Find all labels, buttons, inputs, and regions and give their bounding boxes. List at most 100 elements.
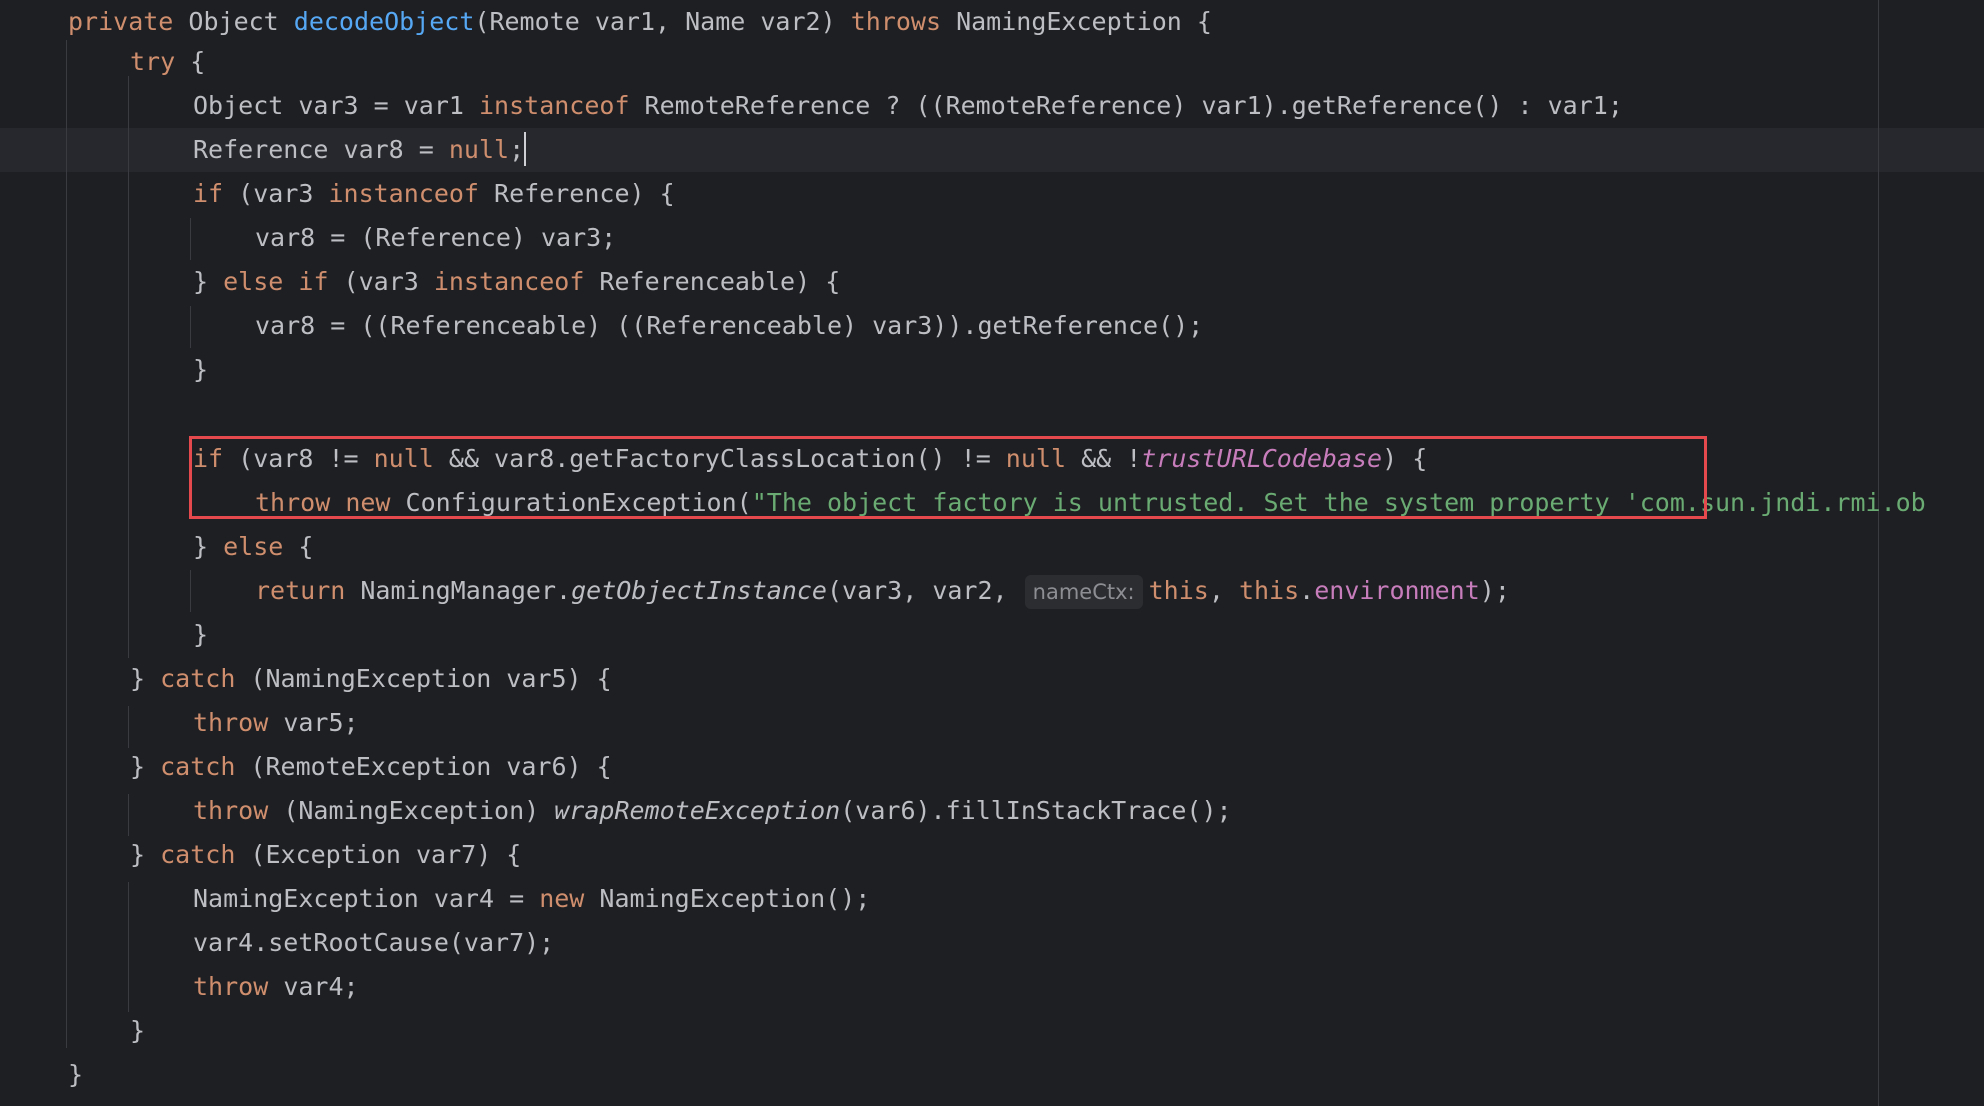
code-token: catch	[160, 752, 236, 781]
code-token: trustURLCodebase	[1141, 444, 1383, 473]
code-line-15[interactable]: }	[193, 613, 208, 657]
code-line-1[interactable]: private Object decodeObject(Remote var1,…	[68, 0, 1212, 44]
code-token: .	[1299, 576, 1315, 605]
indent-guide	[128, 794, 129, 836]
code-line-21[interactable]: NamingException var4 = new NamingExcepti…	[193, 877, 870, 921]
code-token: instanceof	[433, 267, 585, 296]
code-token: throw	[193, 972, 269, 1001]
indent-guide	[128, 882, 129, 1012]
indent-guide	[128, 706, 129, 748]
code-token: {	[283, 532, 314, 561]
indent-guide	[190, 570, 191, 612]
code-line-24[interactable]: }	[130, 1009, 145, 1053]
code-token: && !	[1066, 444, 1142, 473]
indent-guide	[190, 218, 191, 260]
code-token: this	[1148, 576, 1209, 605]
code-token: }	[193, 532, 224, 561]
code-token: instanceof	[328, 179, 479, 208]
code-token: {	[175, 47, 206, 76]
code-token: NamingException var4 =	[193, 884, 540, 913]
code-token: (NamingException)	[268, 796, 555, 825]
code-line-6[interactable]: var8 = (Reference) var3;	[255, 216, 616, 260]
code-token: environment	[1314, 576, 1480, 605]
code-token: Reference) {	[478, 179, 675, 208]
code-token: null	[1005, 444, 1067, 473]
code-line-5[interactable]: if (var3 instanceof Reference) {	[193, 172, 675, 216]
code-token: null	[448, 135, 510, 164]
right-margin-guide	[1878, 0, 1879, 1106]
code-token: instanceof	[478, 91, 630, 120]
code-token: decodeObject	[293, 7, 475, 36]
code-line-14[interactable]: return NamingManager.getObjectInstance(v…	[255, 569, 1510, 613]
code-line-2[interactable]: try {	[130, 40, 205, 84]
code-token: throws	[850, 7, 942, 36]
code-token: throw	[255, 488, 331, 517]
code-token: return	[255, 576, 346, 605]
code-token: ) {	[1382, 444, 1428, 473]
code-token: NamingException();	[584, 884, 871, 913]
code-line-19[interactable]: throw (NamingException) wrapRemoteExcept…	[193, 789, 1232, 833]
code-line-4[interactable]: Reference var8 = null;	[193, 128, 527, 172]
code-token: var5;	[268, 708, 359, 737]
code-token: new	[345, 488, 391, 517]
code-token: Object	[173, 7, 294, 36]
code-line-9[interactable]: }	[193, 348, 208, 392]
code-token: }	[68, 1060, 84, 1089]
code-token: ConfigurationException(	[390, 488, 752, 517]
code-line-3[interactable]: Object var3 = var1 instanceof RemoteRefe…	[193, 84, 1623, 128]
code-token: (var3	[223, 179, 329, 208]
code-token: }	[193, 267, 224, 296]
code-token: getObjectInstance	[571, 576, 827, 605]
code-token: wrapRemoteException	[554, 796, 841, 825]
code-token: var8 = ((Referenceable) ((Referenceable)…	[255, 311, 1204, 340]
code-token: (Remote var1, Name var2)	[474, 7, 851, 36]
code-token: ,	[1208, 576, 1239, 605]
code-token: new	[539, 884, 585, 913]
code-token: var4;	[268, 972, 359, 1001]
code-token: );	[1479, 576, 1510, 605]
code-line-13[interactable]: } else {	[193, 525, 313, 569]
code-token: private	[68, 7, 174, 36]
indent-guide	[66, 40, 67, 1048]
code-token: else	[223, 267, 284, 296]
code-line-23[interactable]: throw var4;	[193, 965, 359, 1009]
code-token: (var3, var2,	[826, 576, 1023, 605]
code-token: else	[223, 532, 284, 561]
parameter-hint: nameCtx:	[1024, 575, 1143, 609]
code-token: catch	[160, 840, 236, 869]
code-token: null	[373, 444, 434, 473]
indent-guide	[190, 306, 191, 348]
code-editor[interactable]: private Object decodeObject(Remote var1,…	[0, 0, 1984, 1106]
code-line-12[interactable]: throw new ConfigurationException("The ob…	[255, 481, 1926, 525]
code-token: try	[130, 47, 176, 76]
code-line-16[interactable]: } catch (NamingException var5) {	[130, 657, 612, 701]
code-token: var8 = (Reference) var3;	[255, 223, 617, 252]
code-line-17[interactable]: throw var5;	[193, 701, 359, 745]
code-line-22[interactable]: var4.setRootCause(var7);	[193, 921, 554, 965]
code-token: }	[130, 1016, 146, 1045]
code-token: this	[1238, 576, 1300, 605]
code-line-20[interactable]: } catch (Exception var7) {	[130, 833, 521, 877]
code-token: "The object factory is untrusted. Set th…	[751, 488, 1926, 517]
code-token: Object var3 = var1	[193, 91, 479, 120]
code-token: catch	[160, 664, 236, 693]
code-line-8[interactable]: var8 = ((Referenceable) ((Referenceable)…	[255, 304, 1203, 348]
code-token: (var6).fillInStackTrace();	[840, 796, 1232, 825]
code-line-25[interactable]: }	[68, 1053, 83, 1097]
code-line-18[interactable]: } catch (RemoteException var6) {	[130, 745, 612, 789]
code-token: (Exception var7) {	[235, 840, 522, 869]
code-token: }	[130, 664, 161, 693]
code-line-7[interactable]: } else if (var3 instanceof Referenceable…	[193, 260, 840, 304]
code-token: ;	[509, 135, 525, 164]
code-token: (var8 !=	[223, 444, 374, 473]
code-token: }	[130, 752, 161, 781]
code-token: throw	[193, 796, 269, 825]
code-token: if	[298, 267, 329, 296]
code-line-11[interactable]: if (var8 != null && var8.getFactoryClass…	[193, 437, 1427, 481]
code-token: NamingException {	[941, 7, 1212, 36]
code-token: }	[193, 355, 209, 384]
code-token: if	[193, 179, 224, 208]
code-token: if	[193, 444, 224, 473]
